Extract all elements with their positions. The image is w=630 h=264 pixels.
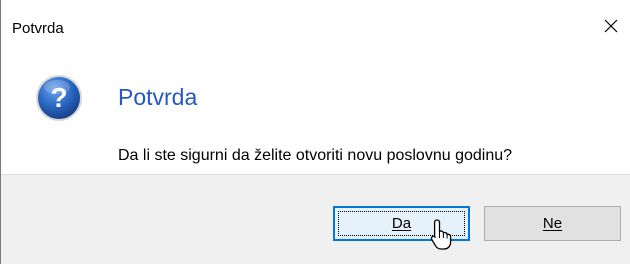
dialog-message: Da li ste sigurni da želite otvoriti nov… xyxy=(118,147,513,164)
close-button[interactable] xyxy=(591,6,630,46)
title-bar[interactable]: Potvrda xyxy=(1,0,630,56)
no-button[interactable]: Ne xyxy=(484,206,621,241)
main-instruction: Potvrda xyxy=(118,84,198,110)
question-icon: ? xyxy=(35,74,83,122)
yes-button-label: Da xyxy=(391,215,412,232)
dialog-window: Potvrda ? Potvrda Da li ste sigurni da ž… xyxy=(0,0,630,264)
hand-cursor-icon xyxy=(429,218,455,252)
window-title: Potvrda xyxy=(12,20,64,37)
button-bar: Da Ne xyxy=(1,174,630,264)
svg-text:?: ? xyxy=(50,82,67,113)
dialog-content: ? Potvrda Da li ste sigurni da želite ot… xyxy=(1,56,630,174)
no-button-label: Ne xyxy=(542,215,563,232)
close-icon xyxy=(604,19,618,33)
